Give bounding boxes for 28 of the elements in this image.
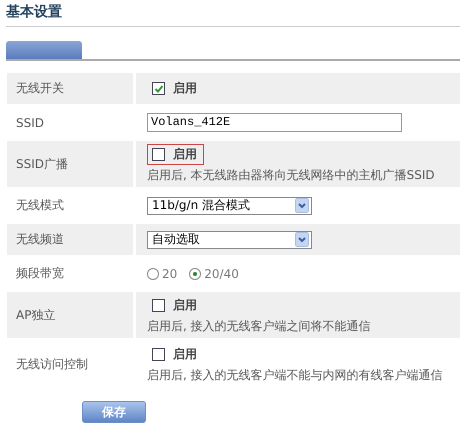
field-label: 无线模式 <box>15 197 65 214</box>
field-label: 频段带宽 <box>15 265 65 282</box>
check-icon <box>154 84 163 92</box>
ssid-input-field[interactable]: Volans_412E <box>147 113 402 132</box>
caret-icon <box>295 232 309 247</box>
checkbox-label[interactable]: 启用 <box>173 346 197 363</box>
enable-checkbox[interactable] <box>152 348 165 361</box>
dropdown[interactable]: 自动选取 <box>147 230 312 248</box>
field-label: 无线频道 <box>7 224 133 255</box>
checkbox-label[interactable]: 启用 <box>173 297 197 314</box>
field-label: SSID <box>15 114 46 132</box>
checkbox-label[interactable]: 启用 <box>173 80 197 97</box>
field-label: SSID广播 <box>7 141 133 187</box>
caret-icon <box>295 198 309 213</box>
enable-checkbox[interactable] <box>152 299 165 312</box>
field-label: 无线开关 <box>7 73 133 104</box>
field-label: AP独立 <box>7 292 133 338</box>
radio-option[interactable]: 20 <box>147 266 178 280</box>
hint-text: 启用后, 接入的无线客户端之间将不能通信 <box>147 318 372 335</box>
enable-checkbox[interactable] <box>152 82 165 95</box>
checkbox-label[interactable]: 启用 <box>173 146 197 163</box>
hint-text: 启用后, 接入的无线客户端不能与内网的有线客户端通信 <box>147 367 444 384</box>
field-label: 无线访问控制 <box>15 356 89 372</box>
dropdown[interactable]: 11b/g/n 混合模式 <box>147 196 312 214</box>
hint-text: 启用后, 本无线路由器将向无线网络中的主机广播SSID <box>147 167 436 184</box>
radio-option[interactable]: 20/40 <box>189 266 239 280</box>
page-title: 基本设置 <box>5 3 63 21</box>
enable-checkbox[interactable] <box>152 148 165 161</box>
